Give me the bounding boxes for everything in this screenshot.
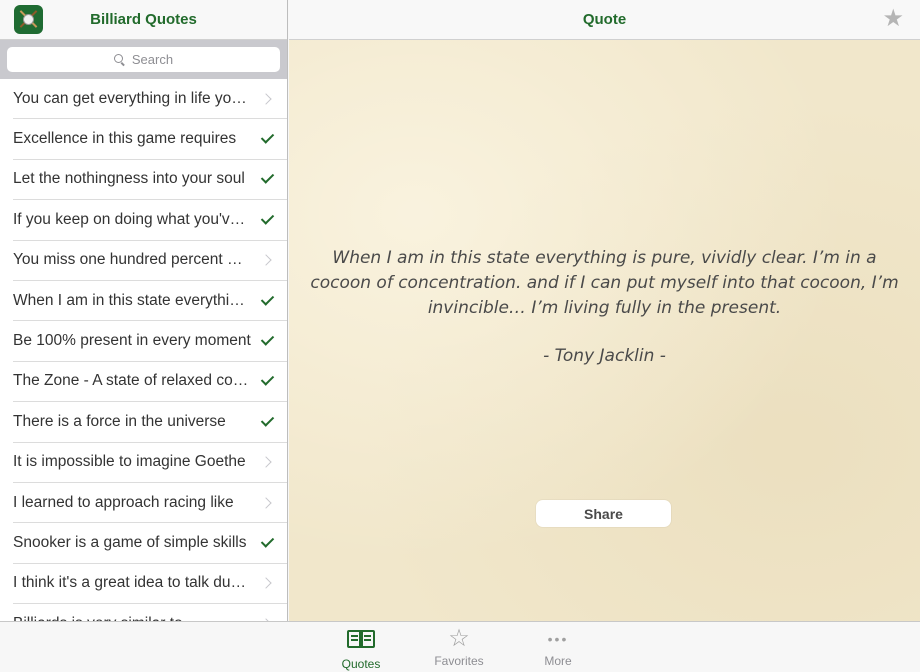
tab-favorites-label: Favorites	[434, 654, 484, 668]
list-item-text: If you keep on doing what you've always …	[13, 210, 264, 228]
sidebar-title: Billiard Quotes	[90, 11, 197, 28]
parchment-background	[289, 40, 920, 621]
search-bar: Search	[0, 40, 287, 79]
list-item-text: The Zone - A state of relaxed concentrat…	[13, 372, 264, 390]
quote-list: You can get everything in life you want E…	[0, 79, 287, 621]
list-item[interactable]: It is impossible to imagine Goethe	[13, 443, 287, 483]
favorite-star-icon[interactable]: ★	[882, 7, 904, 31]
list-item-text: It is impossible to imagine Goethe	[13, 453, 246, 471]
tab-favorites[interactable]: ☆ Favorites	[414, 625, 504, 669]
tab-more-label: More	[544, 654, 572, 668]
list-item-text: Be 100% present in every moment	[13, 332, 251, 350]
more-dots-icon: •••	[547, 631, 569, 647]
list-item-text: Excellence in this game requires	[13, 130, 237, 148]
list-item[interactable]: There is a force in the universe	[13, 402, 287, 443]
list-item[interactable]: Excellence in this game requires	[13, 119, 287, 160]
detail-title: Quote	[582, 11, 627, 28]
tab-quotes[interactable]: Quotes	[316, 626, 406, 671]
list-item-text: I learned to approach racing like	[13, 493, 234, 511]
list-item[interactable]: You can get everything in life you want	[13, 79, 287, 120]
detail-header: Quote ★	[289, 0, 920, 40]
list-item[interactable]: Let the nothingness into your soul	[13, 160, 287, 201]
quote-author: - Tony Jacklin -	[543, 346, 666, 366]
chevron-right-icon	[260, 496, 272, 509]
tab-quotes-label: Quotes	[341, 657, 381, 671]
list-item-text: You miss one hundred percent of the shot…	[13, 251, 262, 269]
quote-detail-panel: Quote ★ When I am in this state everythi…	[289, 0, 920, 621]
list-item[interactable]: Snooker is a game of simple skills	[13, 523, 287, 564]
list-item[interactable]: You miss one hundred percent of the shot…	[13, 241, 287, 281]
list-item[interactable]: I think it's a great idea to talk during	[13, 564, 287, 605]
quote-list-panel: Billiard Quotes Search You can get every…	[0, 0, 288, 621]
list-item[interactable]: Billiards is very similar to	[13, 604, 287, 621]
list-item[interactable]: If you keep on doing what you've always …	[13, 200, 287, 241]
search-placeholder: Search	[131, 52, 174, 67]
sidebar-header: Billiard Quotes	[0, 0, 287, 40]
list-item-text: You can get everything in life you want	[13, 89, 262, 107]
share-button[interactable]: Share	[536, 500, 671, 527]
list-item-text: I think it's a great idea to talk during	[13, 574, 257, 592]
search-input[interactable]: Search	[7, 47, 280, 72]
star-outline-icon: ☆	[448, 625, 470, 652]
book-icon	[346, 628, 376, 650]
list-item[interactable]: The Zone - A state of relaxed concentrat…	[13, 362, 287, 403]
list-item[interactable]: When I am in this state everything is pu…	[13, 281, 287, 322]
quote-text: When I am in this state everything is pu…	[310, 248, 899, 318]
list-item-text: Let the nothingness into your soul	[13, 170, 245, 188]
list-item[interactable]: Be 100% present in every moment	[13, 321, 287, 362]
chevron-right-icon	[260, 93, 272, 105]
chevron-right-icon	[260, 456, 272, 468]
search-icon	[113, 53, 126, 66]
chevron-right-icon	[260, 577, 272, 590]
list-item-text: When I am in this state everything is pu…	[13, 291, 264, 309]
list-item-text: Snooker is a game of simple skills	[13, 533, 247, 551]
chevron-right-icon	[260, 254, 272, 266]
list-item-text: There is a force in the universe	[13, 412, 226, 430]
tab-more[interactable]: ••• More	[513, 626, 603, 668]
list-item[interactable]: I learned to approach racing like	[13, 483, 287, 524]
tab-bar: Quotes ☆ Favorites ••• More	[0, 621, 920, 672]
